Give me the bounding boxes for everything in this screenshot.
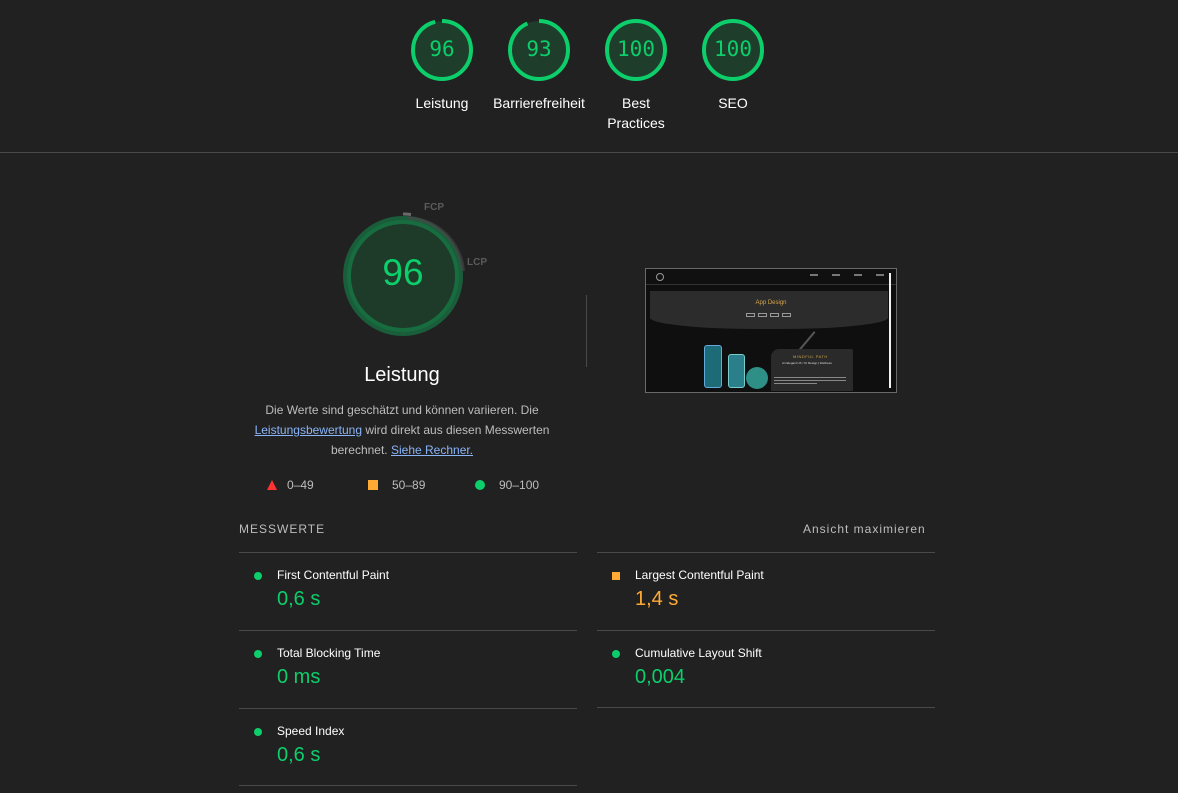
pass-circle-icon	[254, 572, 262, 580]
category-scores-bar: 96 Leistung 93 Barrierefreiheit 100 Best…	[0, 0, 1178, 153]
fail-triangle-icon	[267, 480, 277, 490]
metric-label: Total Blocking Time	[277, 646, 381, 660]
metric-value: 0,004	[635, 666, 686, 688]
metric-value: 1,4 s	[635, 588, 679, 610]
pass-circle-icon	[612, 650, 620, 658]
divider	[597, 707, 935, 708]
pass-circle-icon	[254, 650, 262, 658]
legend-fail: 0–49	[267, 478, 314, 492]
gauge-label: Best Practices	[607, 95, 665, 131]
lcp-gauge-label: LCP	[467, 257, 487, 268]
performance-score: 96	[382, 252, 424, 293]
metric-lcp: Largest Contentful Paint 1,4 s	[597, 552, 935, 630]
average-square-icon	[612, 572, 620, 580]
performance-description: Die Werte sind geschätzt und können vari…	[247, 400, 557, 460]
legend-range: 90–100	[499, 478, 540, 492]
thumb-logo-icon	[656, 273, 664, 281]
gauge-score: 100	[714, 37, 752, 61]
thumb-blob	[746, 367, 768, 389]
metric-value: 0,6 s	[277, 588, 321, 610]
calculator-link[interactable]: Siehe Rechner.	[391, 443, 473, 457]
thumb-phone-image	[704, 345, 722, 388]
metric-label: Speed Index	[277, 724, 345, 738]
maximize-view-toggle[interactable]: Ansicht maximieren	[803, 522, 926, 536]
metric-label: Largest Contentful Paint	[635, 568, 764, 582]
gauge-accessibility[interactable]: 93 Barrierefreiheit	[489, 18, 589, 113]
thumb-hero-tags	[746, 313, 791, 317]
thumb-card-subtitle: An Elegant UX / UI Design | Wellness	[782, 361, 832, 365]
metric-speed-index: Speed Index 0,6 s	[239, 708, 577, 786]
thumb-card-title: MINDFUL PATH	[793, 354, 828, 359]
gauge-best-practices[interactable]: 100 Best Practices	[586, 18, 686, 133]
legend-average: 50–89	[368, 478, 425, 492]
desc-text: Die Werte sind geschätzt und können vari…	[265, 403, 539, 417]
thumb-hero	[650, 291, 888, 329]
gauge-score: 93	[526, 37, 552, 61]
gauge-performance[interactable]: 96 Leistung	[392, 18, 492, 113]
gauge-label: Leistung	[415, 95, 469, 111]
divider	[239, 785, 577, 786]
legend-pass: 90–100	[475, 478, 539, 492]
average-square-icon	[368, 480, 378, 490]
gauge-label: Barrierefreiheit	[493, 95, 585, 111]
legend-range: 0–49	[287, 478, 314, 492]
thumb-nav-links	[810, 274, 884, 276]
thumb-phone-image	[728, 354, 745, 388]
metric-fcp: First Contentful Paint 0,6 s	[239, 552, 577, 630]
metric-value: 0 ms	[277, 666, 321, 688]
metric-value: 0,6 s	[277, 744, 321, 766]
pass-circle-icon	[254, 728, 262, 736]
score-calculation-link[interactable]: Leistungsbewertung	[255, 423, 362, 437]
thumb-card-text	[774, 377, 846, 386]
metric-cls: Cumulative Layout Shift 0,004	[597, 630, 935, 708]
thumb-decoration	[798, 331, 816, 351]
thumb-nav	[646, 269, 896, 285]
pass-circle-icon	[475, 480, 485, 490]
thumb-hero-title: App Design	[755, 300, 787, 306]
page-screenshot-thumbnail[interactable]: App Design MINDFUL PATH An Elegant UX / …	[645, 268, 897, 393]
score-legend: 0–49 50–89 90–100	[0, 478, 1178, 494]
performance-title: Leistung	[364, 364, 440, 386]
metrics-header: MESSWERTE	[239, 522, 326, 536]
metric-label: First Contentful Paint	[277, 568, 390, 582]
metric-tbt: Total Blocking Time 0 ms	[239, 630, 577, 708]
divider	[586, 295, 587, 367]
gauge-label: SEO	[718, 95, 748, 111]
thumb-scrollbar	[889, 273, 891, 388]
gauge-seo[interactable]: 100 SEO	[683, 18, 783, 113]
fcp-gauge-label: FCP	[424, 202, 444, 213]
metric-label: Cumulative Layout Shift	[635, 646, 762, 660]
gauge-score: 96	[429, 37, 455, 61]
legend-range: 50–89	[392, 478, 426, 492]
gauge-score: 100	[617, 37, 655, 61]
